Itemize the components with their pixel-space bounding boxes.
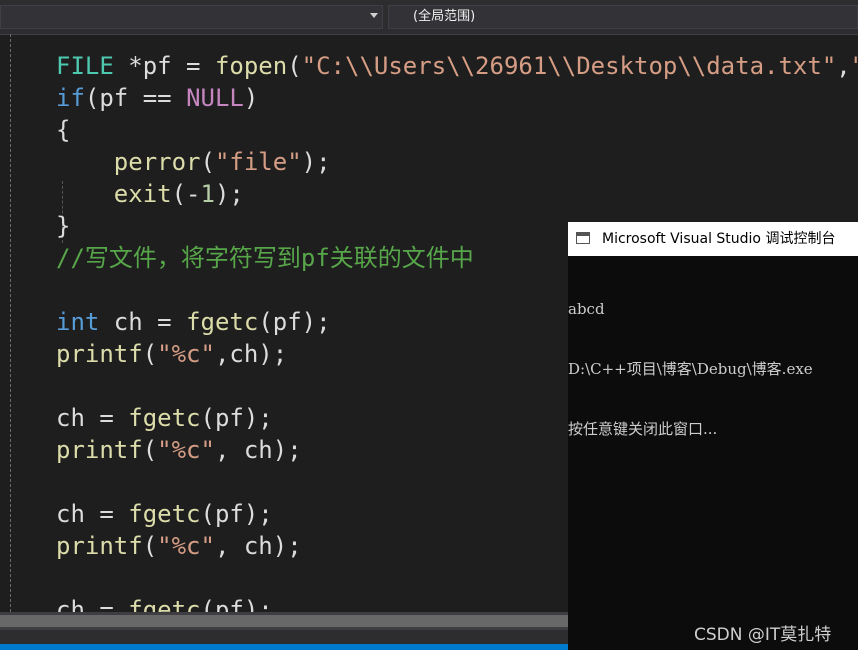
code-line[interactable]: FILE *pf = fopen("C:\\Users\\26961\\Desk… [56, 50, 858, 82]
code-line[interactable]: ch = fgetc(pf); [56, 498, 273, 530]
code-token: printf [56, 340, 143, 368]
code-token: (- [171, 180, 201, 208]
code-token: ( [287, 52, 302, 80]
code-token: (pf); [258, 308, 331, 336]
code-token: ( [200, 148, 215, 176]
code-token: printf [56, 532, 143, 560]
code-token: "%c" [157, 340, 215, 368]
code-token: *pf = [113, 52, 215, 80]
code-token: ); [214, 180, 244, 208]
chevron-down-icon[interactable] [370, 13, 378, 18]
code-token: FILE [56, 52, 114, 80]
code-token: "%c" [157, 532, 215, 560]
code-token: ) [243, 84, 259, 112]
code-token: ch = [56, 500, 129, 528]
code-token: "r" [851, 52, 858, 80]
code-token: (pf); [200, 596, 273, 612]
code-token: 1 [200, 180, 215, 208]
code-line[interactable]: ch = fgetc(pf); [56, 594, 273, 612]
code-token: } [56, 212, 71, 240]
code-token: exit [113, 180, 172, 208]
code-token: ,ch); [214, 340, 288, 368]
code-token: , [836, 52, 851, 80]
code-token: (pf); [200, 404, 273, 432]
code-line[interactable]: perror("file"); [56, 146, 331, 178]
code-token: fgetc [186, 308, 259, 336]
code-line[interactable]: ch = fgetc(pf); [56, 402, 273, 434]
code-line[interactable]: exit(-1); [56, 178, 244, 210]
code-token: fgetc [128, 404, 201, 432]
code-token: if [56, 84, 85, 112]
code-line[interactable]: int ch = fgetc(pf); [56, 306, 331, 338]
scope-dropdown[interactable] [0, 5, 383, 29]
code-token: (pf); [200, 500, 273, 528]
debug-console-window[interactable]: Microsoft Visual Studio 调试控制台 abcd D:\C+… [568, 222, 858, 650]
code-token: , ch); [214, 532, 302, 560]
code-token: NULL [186, 84, 244, 112]
code-token: fopen [214, 52, 288, 80]
console-title: Microsoft Visual Studio 调试控制台 [602, 231, 836, 247]
code-line[interactable]: printf("%c", ch); [56, 530, 302, 562]
code-token: ch = [56, 596, 129, 612]
console-output-line: D:\C++项目\博客\Debug\博客.exe [568, 360, 813, 378]
code-line[interactable]: if(pf == NULL) [56, 82, 258, 114]
code-token: "C:\\Users\\26961\\Desktop\\data.txt" [301, 52, 837, 80]
code-line[interactable]: //写文件，将字符写到pf关联的文件中 [56, 242, 474, 274]
code-token: "file" [214, 148, 302, 176]
code-token: (pf == [84, 84, 187, 112]
code-token: "%c" [157, 436, 215, 464]
code-line[interactable]: { [56, 114, 70, 146]
code-token: int [56, 308, 100, 336]
code-token: fgetc [128, 596, 201, 612]
code-line[interactable]: } [56, 210, 70, 242]
code-token: ch = [56, 404, 129, 432]
scope-selector[interactable]: (全局范围) [388, 5, 858, 29]
code-token: printf [56, 436, 143, 464]
code-line[interactable]: printf("%c",ch); [56, 338, 287, 370]
code-token: fgetc [128, 500, 201, 528]
code-token: perror [113, 148, 201, 176]
console-output-line: 按任意键关闭此窗口... [568, 420, 718, 438]
console-window-icon [576, 232, 590, 244]
code-token: ch = [99, 308, 187, 336]
code-token: ( [142, 340, 158, 368]
csdn-watermark: CSDN @IT莫扎特 [694, 625, 832, 645]
code-token: //写文件，将字符写到pf关联的文件中 [56, 244, 474, 272]
console-output: abcd D:\C++项目\博客\Debug\博客.exe 按任意键关闭此窗口.… [568, 256, 858, 479]
code-token: , ch); [214, 436, 302, 464]
code-line[interactable]: printf("%c", ch); [56, 434, 302, 466]
console-output-line: abcd [568, 300, 605, 318]
code-token: ( [142, 436, 158, 464]
code-token: ); [301, 148, 331, 176]
code-token: { [56, 116, 71, 144]
code-token: ( [142, 532, 158, 560]
console-titlebar[interactable]: Microsoft Visual Studio 调试控制台 [568, 222, 858, 256]
scrollbar-thumb[interactable] [0, 615, 568, 627]
navigation-bar: (全局范围) [0, 0, 858, 35]
